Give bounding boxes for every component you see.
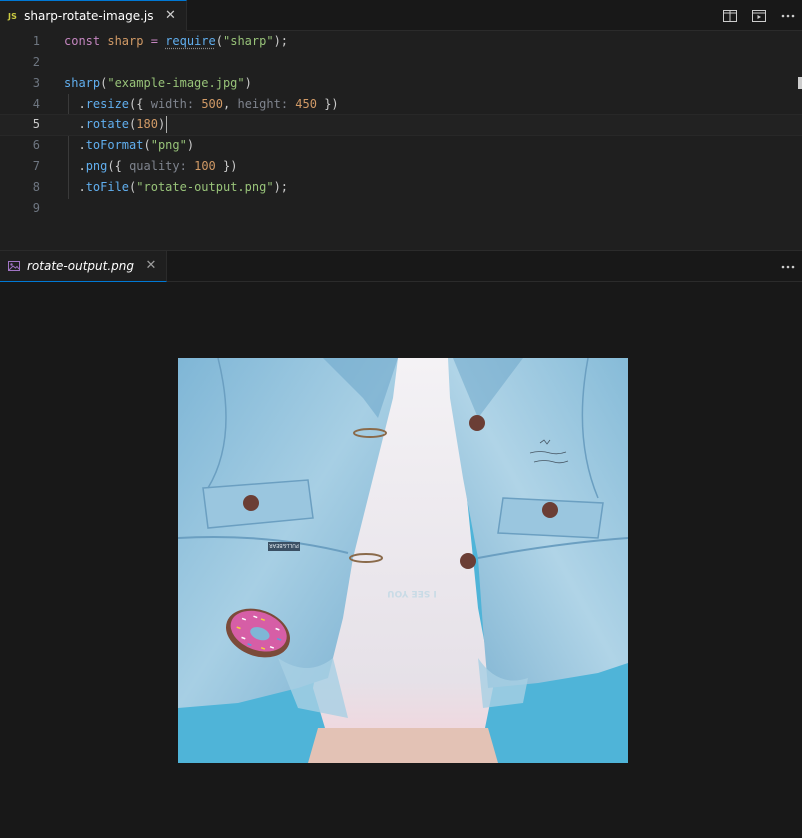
code-line-current: 5 .rotate(180) bbox=[0, 114, 802, 136]
line-number: 3 bbox=[32, 76, 40, 90]
tab-label: rotate-output.png bbox=[27, 259, 134, 273]
code-text: sharp("example-image.jpg") bbox=[64, 76, 252, 90]
code-line: 9 bbox=[0, 198, 802, 219]
image-file-icon bbox=[8, 261, 20, 271]
code-text: .toFormat("png") bbox=[78, 138, 195, 152]
code-line: 8 .toFile("rotate-output.png"); bbox=[0, 177, 802, 198]
jacket-label-text: PULL&BEAR bbox=[269, 542, 299, 548]
code-editor[interactable]: 1 const sharp = require("sharp"); 2 3 sh… bbox=[0, 31, 802, 250]
more-actions-icon[interactable] bbox=[773, 0, 802, 31]
javascript-file-icon: JS bbox=[8, 11, 18, 21]
code-text: .resize({ width: 500, height: 450 }) bbox=[78, 97, 339, 111]
open-preview-icon[interactable] bbox=[744, 0, 773, 31]
tab-rotate-output-png[interactable]: rotate-output.png ✕ bbox=[0, 251, 167, 282]
code-line: 4 .resize({ width: 500, height: 450 }) bbox=[0, 94, 802, 115]
code-line: 1 const sharp = require("sharp"); bbox=[0, 31, 802, 52]
text-cursor bbox=[166, 116, 168, 133]
code-text: .rotate(180) bbox=[78, 116, 168, 133]
rotated-output-image[interactable]: PULL&BEAR I SEE YOU bbox=[178, 358, 628, 763]
tab-sharp-rotate-image-js[interactable]: JS sharp-rotate-image.js ✕ bbox=[0, 0, 187, 31]
split-editor-icon[interactable] bbox=[715, 0, 744, 31]
preview-tab-bar: rotate-output.png ✕ bbox=[0, 250, 802, 282]
code-line: 6 .toFormat("png") bbox=[0, 135, 802, 156]
code-line: 3 sharp("example-image.jpg") bbox=[0, 73, 802, 94]
line-number: 9 bbox=[32, 201, 40, 215]
tab-label: sharp-rotate-image.js bbox=[24, 9, 154, 23]
code-text: const sharp = require("sharp"); bbox=[64, 34, 289, 48]
line-number: 8 bbox=[32, 180, 40, 194]
code-line: 2 bbox=[0, 52, 802, 73]
editor-tab-bar: JS sharp-rotate-image.js ✕ bbox=[0, 0, 802, 31]
line-number: 7 bbox=[32, 159, 40, 173]
line-number: 2 bbox=[32, 55, 40, 69]
line-number: 5 bbox=[32, 117, 40, 131]
code-text: .png({ quality: 100 }) bbox=[78, 159, 238, 173]
line-number: 6 bbox=[32, 138, 40, 152]
close-icon[interactable]: ✕ bbox=[164, 9, 178, 23]
code-line: 7 .png({ quality: 100 }) bbox=[0, 156, 802, 177]
preview-actions bbox=[773, 251, 802, 282]
image-preview-pane: PULL&BEAR I SEE YOU bbox=[0, 282, 802, 838]
more-actions-icon[interactable] bbox=[773, 251, 802, 282]
close-icon[interactable]: ✕ bbox=[144, 259, 158, 273]
line-number: 1 bbox=[32, 34, 40, 48]
shirt-print-text: I SEE YOU bbox=[387, 588, 437, 598]
line-number: 4 bbox=[32, 97, 40, 111]
code-text: .toFile("rotate-output.png"); bbox=[78, 180, 289, 194]
editor-actions bbox=[715, 0, 802, 31]
